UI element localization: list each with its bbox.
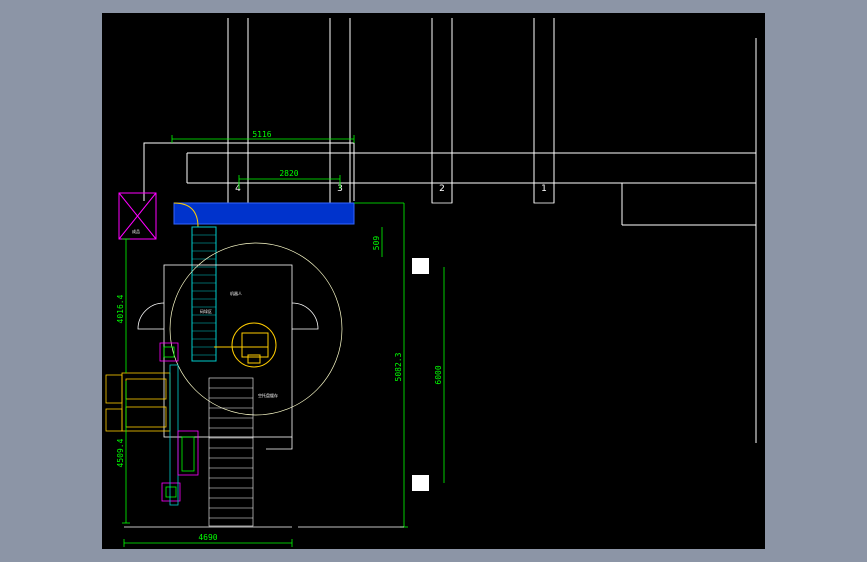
dim-top-width-label: 5116 <box>252 130 271 139</box>
buffer-note: 成品 <box>132 228 140 234</box>
grid-label-2: 2 <box>439 184 445 194</box>
dim-left-lower-label: 4509.4 <box>116 438 125 467</box>
lower-roller-conveyor <box>208 377 254 527</box>
area-a-note: 码垛区 <box>200 308 212 314</box>
grid-label-boxes <box>227 182 555 204</box>
vertical-conveyor <box>191 226 217 362</box>
dim-left-upper-label: 4016.4 <box>116 294 125 323</box>
grid-label-1: 1 <box>541 184 547 194</box>
palletizer-equipment <box>105 342 181 502</box>
layout-drawing: 4 3 2 1 5116 2820 成品 <box>105 18 757 547</box>
column-markers <box>412 258 429 491</box>
robot-note: 机器人 <box>230 290 242 296</box>
grid-label-4: 4 <box>235 184 241 194</box>
dim-right-total-label: 5082.3 <box>394 352 403 381</box>
dim-left <box>122 238 130 524</box>
dim-inner-width-label: 2820 <box>279 169 298 178</box>
dim-bottom-label: 4690 <box>198 533 217 542</box>
area-b-note: 空托盘缓存 <box>258 392 278 398</box>
top-conveyor <box>173 202 355 228</box>
transfer-column <box>169 364 199 506</box>
grid-lines <box>143 18 757 443</box>
robot <box>214 322 277 368</box>
fence-return <box>266 437 293 450</box>
dim-right-small-label: 509 <box>372 236 381 251</box>
dim-right-inner-label: 6000 <box>434 365 443 384</box>
cad-viewport[interactable]: 4 3 2 1 5116 2820 成品 <box>102 13 765 549</box>
